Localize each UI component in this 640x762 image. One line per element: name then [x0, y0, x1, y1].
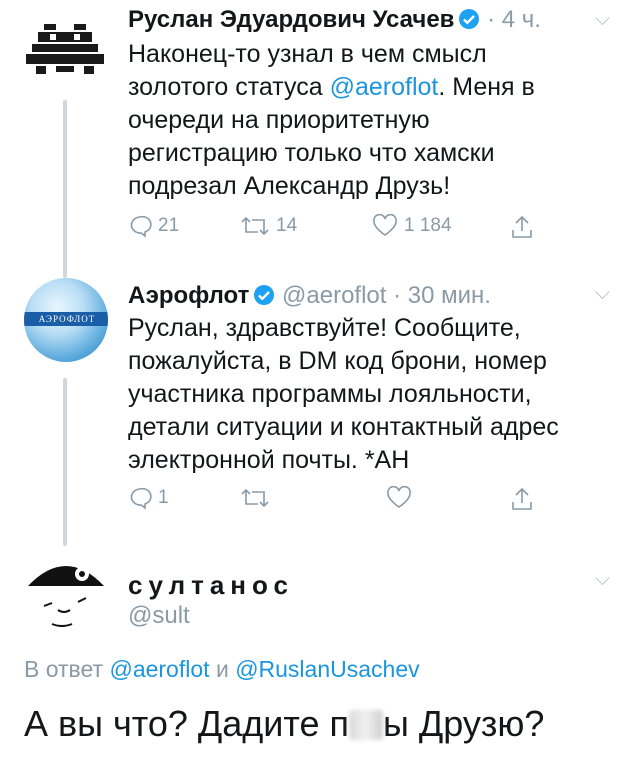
- tweet-line: очереди на приоритетную: [128, 106, 430, 134]
- share-button[interactable]: [510, 214, 534, 240]
- reply-context: В ответ @aeroflot и @RuslanUsachev: [24, 656, 420, 683]
- avatar-usachev[interactable]: [22, 24, 108, 80]
- retweet-icon: [241, 216, 269, 236]
- reply-count: 1: [158, 487, 169, 508]
- tweet-line: участника программы лояльности,: [128, 380, 532, 408]
- retweet-button[interactable]: [240, 486, 270, 510]
- like-button[interactable]: [386, 486, 412, 510]
- tweet-text: Наконец-то узнал в чем смысл золотого ст…: [128, 38, 598, 203]
- tweet-actions: 1: [128, 486, 548, 516]
- chevron-down-icon[interactable]: ⌵: [595, 282, 610, 305]
- tweet-text: А вы что? Дадите пы Друзю?: [24, 703, 545, 744]
- verified-badge-icon: [253, 283, 275, 315]
- pixel-avatar-icon: [26, 24, 104, 74]
- mention-link[interactable]: @aeroflot: [109, 656, 209, 682]
- tweet-line: пожалуйста, в DM код брони, номер: [128, 347, 547, 375]
- reply-count: 21: [158, 215, 180, 236]
- tweet-line: детали ситуации и контактный адрес: [128, 413, 559, 441]
- share-icon: [512, 487, 532, 510]
- like-count: 1 184: [404, 215, 452, 236]
- censored-blur: [349, 710, 384, 740]
- reply-button[interactable]: 21: [128, 214, 179, 238]
- tweet-line: золотого статуса @aeroflot. Меня в: [128, 73, 535, 101]
- retweet-count: 14: [276, 215, 298, 236]
- heart-icon: [373, 214, 397, 236]
- author-name[interactable]: Аэрофлот: [128, 282, 249, 309]
- author-handle[interactable]: @sult: [128, 602, 190, 630]
- mention-link[interactable]: @RuslanUsachev: [235, 656, 419, 682]
- chevron-down-icon[interactable]: ⌵: [595, 568, 610, 591]
- reply-icon: [130, 215, 152, 238]
- reply-and: и: [215, 656, 229, 682]
- tweet-header: Аэрофлот @aeroflot · 30 мин.: [128, 280, 491, 315]
- chevron-down-icon[interactable]: ⌵: [595, 8, 610, 31]
- avatar-aeroflot[interactable]: АЭРОФЛОТ: [24, 278, 108, 362]
- mention-link[interactable]: @aeroflot: [330, 73, 439, 101]
- avatar-logo-text: АЭРОФЛОТ: [24, 312, 108, 326]
- thread-line: [63, 100, 67, 278]
- retweet-icon: [241, 488, 269, 508]
- tweet-line: Руслан, здравствуйте! Сообщите,: [128, 314, 521, 342]
- share-icon: [512, 215, 532, 238]
- like-button[interactable]: 1 184: [372, 214, 452, 238]
- timestamp[interactable]: · 30 мин.: [393, 282, 491, 309]
- tweet-line: электронной почты. *АН: [128, 446, 410, 474]
- tweet-line: подрезал Александр Друзь!: [128, 172, 451, 200]
- author-name[interactable]: султанос: [128, 570, 294, 601]
- reply-icon: [130, 487, 152, 510]
- tweet-actions: 21 14 1 184: [128, 214, 548, 244]
- avatar-sultanos[interactable]: [24, 550, 108, 634]
- tweet-text: Руслан, здравствуйте! Сообщите, пожалуйс…: [128, 312, 598, 477]
- tweet-line: Наконец-то узнал в чем смысл: [128, 40, 487, 68]
- timestamp[interactable]: · 4 ч.: [487, 6, 541, 33]
- reply-button[interactable]: 1: [128, 486, 169, 510]
- share-button[interactable]: [510, 486, 534, 512]
- reply-prefix: В ответ: [24, 656, 104, 682]
- cartoon-face-icon: [28, 566, 104, 627]
- author-handle[interactable]: @aeroflot: [282, 282, 386, 309]
- retweet-button[interactable]: 14: [240, 214, 297, 238]
- tweet-line: регистрацию только что хамски: [128, 139, 495, 167]
- author-name[interactable]: Руслан Эдуардович Усачев: [128, 6, 454, 33]
- thread-line: [63, 378, 67, 546]
- verified-badge-icon: [458, 7, 480, 39]
- tweet-header: Руслан Эдуардович Усачев · 4 ч.: [128, 4, 541, 39]
- heart-icon: [387, 486, 411, 508]
